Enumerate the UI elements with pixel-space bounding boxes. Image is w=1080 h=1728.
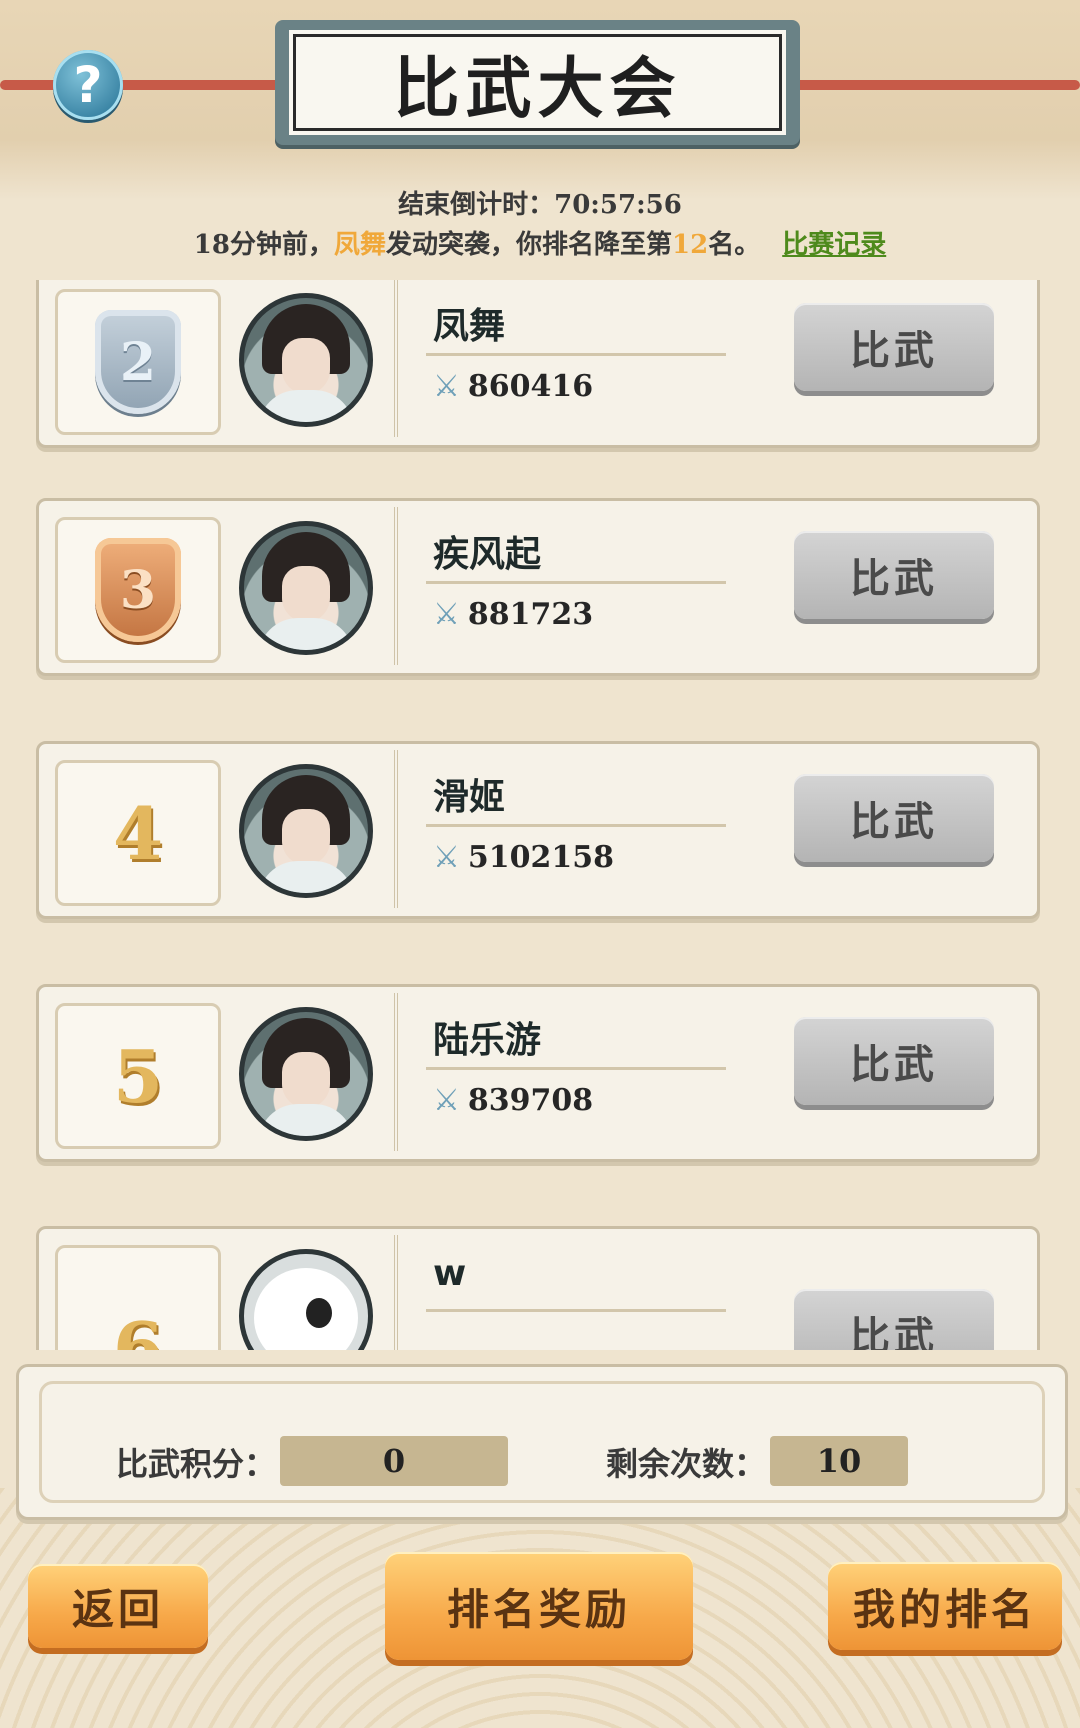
stats-bar: 比武积分： 0 剩余次数： 10 — [16, 1364, 1068, 1520]
bronze-rank-badge-icon: 3 — [95, 538, 181, 642]
player-name: w — [433, 1253, 467, 1294]
power-value: ⚔ 5102158 — [433, 840, 614, 875]
notice-suffix: 名。 — [708, 230, 761, 260]
rank-box: 6 — [55, 1245, 221, 1350]
countdown-value: 70:57:56 — [554, 190, 682, 220]
list-item: 4 滑姬 ⚔ 5102158 比武 — [36, 741, 1040, 919]
player-name: 陆乐游 — [433, 1020, 542, 1061]
rank-notice: 18分钟前，凤舞发动突袭，你排名降至第12名。 比赛记录 — [0, 224, 1080, 261]
divider — [426, 353, 726, 356]
rank-number: 3 — [119, 559, 157, 621]
notice-time: 18分钟前， — [193, 230, 334, 260]
my-rank-button[interactable]: 我的排名 — [828, 1562, 1062, 1650]
crossed-swords-icon: ⚔ — [433, 1083, 460, 1118]
rank-number: 6 — [112, 1305, 164, 1351]
rank-number: 5 — [112, 1033, 164, 1119]
fight-button[interactable]: 比武 — [794, 1017, 994, 1105]
score-value: 0 — [280, 1436, 508, 1486]
power-number: 881723 — [467, 597, 594, 632]
avatar[interactable] — [239, 521, 373, 655]
list-item: 6 w 比武 — [36, 1226, 1040, 1350]
divider — [426, 1309, 726, 1312]
crossed-swords-icon: ⚔ — [433, 369, 460, 404]
remaining-label: 剩余次数： — [606, 1445, 767, 1483]
rank-box: 4 — [55, 760, 221, 906]
fight-button[interactable]: 比武 — [794, 303, 994, 391]
list-item: 5 陆乐游 ⚔ 839708 比武 — [36, 984, 1040, 1162]
player-name: 凤舞 — [433, 306, 506, 347]
rope-decoration-right — [775, 80, 1080, 90]
list-item: 2 凤舞 ⚔ 860416 比武 — [36, 280, 1040, 448]
score-label: 比武积分： — [116, 1445, 277, 1483]
power-number: 5102158 — [467, 840, 615, 875]
ranking-list[interactable]: 2 凤舞 ⚔860416 比武 3 疾风起 ⚔881723 比武 4 滑姬 — [0, 280, 1080, 1350]
divider — [426, 824, 726, 827]
rank-reward-button[interactable]: 排名奖励 — [385, 1552, 693, 1660]
page-title: 比武大会 — [289, 30, 786, 135]
list-item: 3 疾风起 ⚔ 881723 比武 — [36, 498, 1040, 676]
countdown-label: 结束倒计时： — [398, 190, 555, 220]
rank-box: 3 — [55, 517, 221, 663]
crossed-swords-icon: ⚔ — [433, 840, 460, 875]
rank-number: 4 — [112, 790, 164, 876]
match-record-link[interactable]: 比赛记录 — [782, 230, 886, 260]
power-value: ⚔ 881723 — [433, 597, 593, 632]
crossed-swords-icon: ⚔ — [433, 597, 460, 632]
rope-decoration-left — [0, 80, 300, 90]
fight-button[interactable]: 比武 — [794, 774, 994, 862]
notice-rank: 12 — [672, 230, 709, 260]
player-name: 滑姬 — [433, 777, 506, 818]
help-button[interactable]: ? — [53, 50, 123, 120]
remaining-value: 10 — [770, 1436, 908, 1486]
avatar[interactable] — [239, 1007, 373, 1141]
power-value: ⚔ 839708 — [433, 1083, 593, 1118]
notice-attacker: 凤舞 — [333, 230, 386, 260]
silver-rank-badge-icon: 2 — [95, 310, 181, 414]
divider — [426, 1067, 726, 1070]
player-name: 疾风起 — [433, 534, 542, 575]
avatar[interactable] — [239, 1249, 373, 1350]
rank-box: 2 — [55, 289, 221, 435]
rank-box: 5 — [55, 1003, 221, 1149]
countdown: 结束倒计时：70:57:56 — [0, 184, 1080, 221]
divider — [426, 581, 726, 584]
question-icon: ? — [73, 56, 103, 114]
rank-number: 2 — [119, 331, 157, 393]
notice-action: 发动突袭，你排名降至第 — [385, 230, 672, 260]
back-button[interactable]: 返回 — [28, 1564, 208, 1648]
fight-button[interactable]: 比武 — [794, 531, 994, 619]
avatar[interactable] — [239, 764, 373, 898]
power-number: 860416 — [467, 369, 594, 404]
fight-button[interactable]: 比武 — [794, 1289, 994, 1350]
power-value: ⚔ 860416 — [433, 369, 593, 404]
power-number: 839708 — [467, 1083, 594, 1118]
title-plaque: 比武大会 — [275, 20, 800, 145]
avatar[interactable] — [239, 293, 373, 427]
stats-inner: 比武积分： 0 剩余次数： 10 — [39, 1381, 1045, 1503]
